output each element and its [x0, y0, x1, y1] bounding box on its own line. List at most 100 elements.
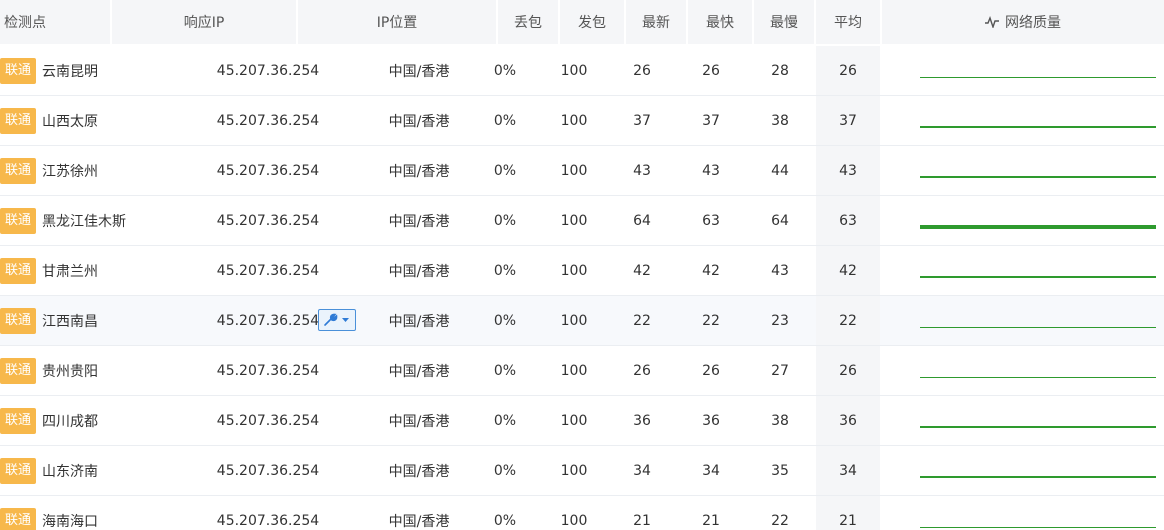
fastest-cell: 22 — [702, 312, 720, 329]
loss-cell: 0% — [493, 312, 517, 329]
header-latest[interactable]: 最新 — [626, 0, 686, 44]
fastest-cell: 26 — [702, 62, 720, 79]
fastest-cell: 42 — [702, 262, 720, 279]
slowest-cell: 35 — [771, 462, 789, 479]
loss-cell: 0% — [493, 462, 517, 479]
slowest-cell: 44 — [771, 162, 789, 179]
node-cell[interactable]: 联通 山西太原 — [0, 96, 166, 145]
node-name: 云南昆明 — [42, 63, 99, 80]
avg-cell: 26 — [839, 362, 857, 379]
header-sent[interactable]: 发包 — [560, 0, 624, 44]
latest-cell: 21 — [633, 512, 651, 529]
sent-cell: 100 — [560, 112, 588, 129]
header-ip[interactable]: 响应IP — [112, 0, 296, 44]
node-cell[interactable]: 联通 江苏徐州 — [0, 146, 166, 195]
node-cell[interactable]: 联通 云南昆明 — [0, 46, 166, 95]
ip-cell[interactable]: 45.207.36.254 — [168, 146, 368, 195]
node-name: 山东济南 — [42, 463, 99, 480]
avg-cell: 37 — [839, 112, 857, 129]
avg-cell: 36 — [839, 412, 857, 429]
loss-cell: 0% — [493, 362, 517, 379]
ip-cell[interactable]: 45.207.36.254 — [168, 396, 368, 445]
pulse-icon — [985, 16, 999, 28]
slowest-cell: 64 — [771, 212, 789, 229]
isp-badge: 联通 — [0, 407, 37, 434]
quality-line — [920, 77, 1156, 78]
location-cell: 中国/香港 — [388, 113, 450, 130]
sent-cell: 100 — [560, 262, 588, 279]
node-name: 四川成都 — [42, 413, 99, 430]
ip-cell[interactable]: 45.207.36.254 — [168, 446, 368, 495]
latest-cell: 64 — [633, 212, 651, 229]
loss-cell: 0% — [493, 412, 517, 429]
avg-cell: 42 — [839, 262, 857, 279]
sent-cell: 100 — [560, 312, 588, 329]
node-cell[interactable]: 联通 黑龙江佳木斯 — [0, 196, 166, 245]
avg-cell: 26 — [839, 62, 857, 79]
location-cell: 中国/香港 — [388, 313, 450, 330]
node-cell[interactable]: 联通 山东济南 — [0, 446, 166, 495]
latest-cell: 22 — [633, 312, 651, 329]
isp-badge: 联通 — [0, 357, 37, 384]
header-quality[interactable]: 网络质量 — [882, 0, 1164, 44]
ip-cell[interactable]: 45.207.36.254 — [168, 346, 368, 395]
avg-cell: 63 — [839, 212, 857, 229]
latest-cell: 26 — [633, 362, 651, 379]
ip-cell[interactable]: 45.207.36.254 — [168, 96, 368, 145]
loss-cell: 0% — [493, 262, 517, 279]
isp-badge: 联通 — [0, 157, 37, 184]
slowest-cell: 43 — [771, 262, 789, 279]
ip-cell[interactable]: 45.207.36.254 — [168, 196, 368, 245]
node-cell[interactable]: 联通 江西南昌 — [0, 296, 166, 345]
fastest-cell: 63 — [702, 212, 720, 229]
quality-line — [920, 527, 1156, 528]
avg-cell: 34 — [839, 462, 857, 479]
sent-cell: 100 — [560, 212, 588, 229]
node-name: 江苏徐州 — [42, 163, 99, 180]
isp-badge: 联通 — [0, 307, 37, 334]
header-loss[interactable]: 丢包 — [498, 0, 558, 44]
avg-cell: 21 — [839, 512, 857, 529]
slowest-cell: 22 — [771, 512, 789, 529]
quality-line — [920, 276, 1156, 278]
ip-cell[interactable]: 45.207.36.254 — [168, 496, 368, 530]
node-cell[interactable]: 联通 贵州贵阳 — [0, 346, 166, 395]
header-location[interactable]: IP位置 — [298, 0, 496, 44]
quality-line — [920, 225, 1156, 229]
latest-cell: 36 — [633, 412, 651, 429]
loss-cell: 0% — [493, 162, 517, 179]
ip-cell[interactable]: 45.207.36.254 — [168, 46, 368, 95]
location-cell: 中国/香港 — [388, 63, 450, 80]
sent-cell: 100 — [560, 412, 588, 429]
node-name: 山西太原 — [42, 113, 99, 130]
isp-badge: 联通 — [0, 457, 37, 484]
avg-cell: 43 — [839, 162, 857, 179]
slowest-cell: 38 — [771, 412, 789, 429]
slowest-cell: 27 — [771, 362, 789, 379]
quality-line — [920, 426, 1156, 428]
node-cell[interactable]: 联通 甘肃兰州 — [0, 246, 166, 295]
header-fastest[interactable]: 最快 — [688, 0, 752, 44]
ip-cell[interactable]: 45.207.36.254 — [168, 246, 368, 295]
header-node[interactable]: 检测点 — [0, 0, 110, 44]
node-cell[interactable]: 联通 四川成都 — [0, 396, 166, 445]
ip-tools-dropdown[interactable] — [318, 309, 356, 331]
location-cell: 中国/香港 — [388, 363, 450, 380]
isp-badge: 联通 — [0, 107, 37, 134]
slowest-cell: 23 — [771, 312, 789, 329]
fastest-cell: 21 — [702, 512, 720, 529]
location-cell: 中国/香港 — [388, 213, 450, 230]
quality-line — [920, 327, 1156, 328]
fastest-cell: 37 — [702, 112, 720, 129]
node-cell[interactable]: 联通 海南海口 — [0, 496, 166, 530]
node-name: 江西南昌 — [42, 313, 99, 330]
header-slowest[interactable]: 最慢 — [754, 0, 814, 44]
quality-line — [920, 377, 1156, 378]
quality-line — [920, 126, 1156, 128]
fastest-cell: 43 — [702, 162, 720, 179]
location-cell: 中国/香港 — [388, 463, 450, 480]
header-avg[interactable]: 平均 — [816, 0, 880, 44]
fastest-cell: 36 — [702, 412, 720, 429]
location-cell: 中国/香港 — [388, 263, 450, 280]
quality-line — [920, 476, 1156, 478]
